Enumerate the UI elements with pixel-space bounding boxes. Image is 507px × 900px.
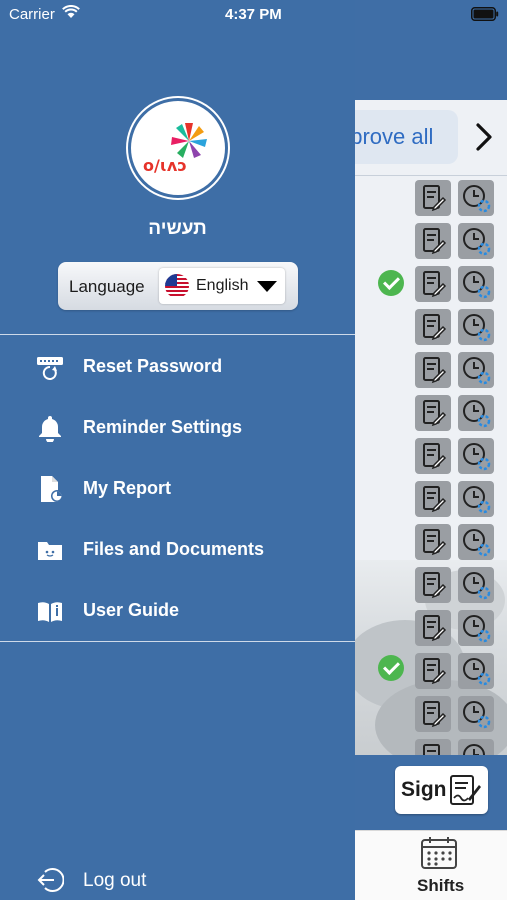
edit-document-icon[interactable]	[415, 653, 451, 689]
shift-row-actions	[415, 266, 497, 302]
menu-item-user-guide[interactable]: User Guide	[0, 586, 355, 634]
list-divider	[355, 175, 507, 176]
shift-row-actions	[415, 481, 497, 517]
edit-document-icon[interactable]	[415, 438, 451, 474]
shift-row-actions	[415, 352, 497, 388]
logout-icon	[37, 868, 64, 892]
edit-document-icon[interactable]	[415, 524, 451, 560]
shift-row-actions	[415, 395, 497, 431]
edit-document-icon[interactable]	[415, 395, 451, 431]
wifi-icon	[62, 5, 80, 18]
shift-row-actions	[415, 524, 497, 560]
edit-document-icon[interactable]	[415, 696, 451, 732]
shift-row-actions	[415, 309, 497, 345]
edit-document-icon[interactable]	[415, 481, 451, 517]
menu-item-my-report[interactable]: My Report	[0, 464, 355, 512]
organization-name: תעשיה	[148, 218, 207, 239]
clock-settings-icon[interactable]	[458, 653, 494, 689]
edit-document-icon[interactable]	[415, 567, 451, 603]
svg-text:o/ɩʌɔ: o/ɩʌɔ	[143, 156, 187, 175]
sign-button-label: Sign	[401, 778, 447, 801]
org-logo: o/ɩʌɔ	[128, 98, 228, 198]
side-drawer: o/ɩʌɔ תעשיה Language English Reset Passw…	[0, 0, 355, 900]
sign-button[interactable]: Sign	[395, 766, 488, 814]
language-dropdown[interactable]: English	[159, 268, 285, 304]
status-time: 4:37 PM	[225, 6, 282, 23]
calendar-icon[interactable]	[419, 835, 459, 871]
bell-icon	[39, 416, 61, 442]
edit-document-icon[interactable]	[415, 223, 451, 259]
menu-item-files-documents[interactable]: Files and Documents	[0, 525, 355, 573]
language-label: Language	[69, 277, 145, 296]
signature-icon	[450, 775, 481, 805]
clock-settings-icon[interactable]	[458, 438, 494, 474]
menu-item-label: My Report	[83, 478, 172, 498]
battery-icon	[471, 7, 499, 21]
language-selector: Language English	[58, 262, 298, 310]
logout-label: Log out	[83, 870, 147, 891]
menu-item-label: Reminder Settings	[83, 417, 243, 437]
edit-document-icon[interactable]	[415, 180, 451, 216]
edit-document-icon[interactable]	[415, 352, 451, 388]
clock-settings-icon[interactable]	[458, 395, 494, 431]
shift-row-actions	[415, 610, 497, 646]
edit-document-icon[interactable]	[415, 610, 451, 646]
report-icon	[41, 476, 63, 502]
clock-settings-icon[interactable]	[458, 223, 494, 259]
approved-check-icon	[378, 655, 404, 681]
logout-button[interactable]: Log out	[0, 858, 355, 900]
clock-settings-icon[interactable]	[458, 266, 494, 302]
menu-item-reset-password[interactable]: Reset Password	[0, 342, 355, 390]
shift-row-actions	[415, 653, 497, 689]
language-value: English	[196, 277, 249, 294]
clock-settings-icon[interactable]	[458, 567, 494, 603]
menu-item-label: User Guide	[83, 600, 180, 620]
clock-settings-icon[interactable]	[458, 180, 494, 216]
book-icon	[38, 602, 62, 622]
shift-row-actions	[415, 438, 497, 474]
clock-settings-icon[interactable]	[458, 524, 494, 560]
clock-settings-icon[interactable]	[458, 352, 494, 388]
logo-icon: o/ɩʌɔ	[143, 123, 207, 175]
tab-shifts[interactable]: Shifts	[417, 876, 464, 896]
shift-row-actions	[415, 180, 497, 216]
divider	[0, 334, 355, 335]
us-flag-icon	[165, 274, 189, 298]
password-icon	[37, 357, 63, 380]
folder-icon	[38, 542, 62, 560]
clock-settings-icon[interactable]	[458, 610, 494, 646]
tab-bar: Shifts	[355, 830, 507, 900]
menu-item-label: Files and Documents	[83, 539, 265, 559]
status-bar: Carrier 4:37 PM	[0, 0, 507, 28]
edit-document-icon[interactable]	[415, 266, 451, 302]
shift-row-actions	[415, 223, 497, 259]
clock-settings-icon[interactable]	[458, 309, 494, 345]
menu-item-label: Reset Password	[83, 356, 223, 376]
carrier-label: Carrier	[9, 6, 55, 23]
divider	[0, 641, 355, 642]
menu-item-reminder-settings[interactable]: Reminder Settings	[0, 403, 355, 451]
shift-row-actions	[415, 567, 497, 603]
edit-document-icon[interactable]	[415, 309, 451, 345]
clock-settings-icon[interactable]	[458, 481, 494, 517]
shift-row-actions	[415, 696, 497, 732]
caret-down-icon	[257, 281, 277, 292]
approved-check-icon	[378, 270, 404, 296]
clock-settings-icon[interactable]	[458, 696, 494, 732]
chevron-right-icon[interactable]	[470, 120, 498, 154]
